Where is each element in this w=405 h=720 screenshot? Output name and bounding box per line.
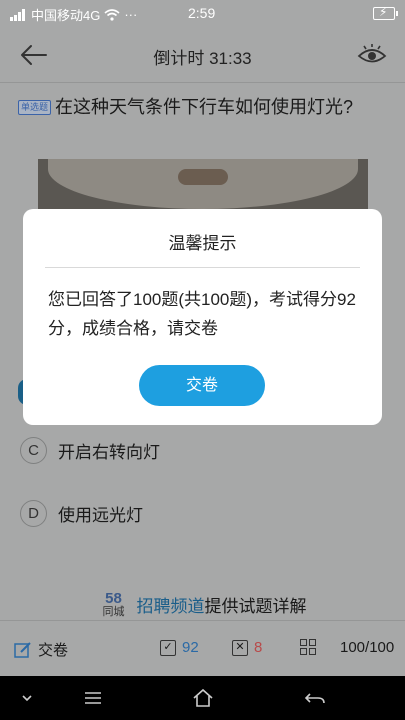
battery-charging-icon: ⚡ <box>373 5 398 20</box>
option-c[interactable]: C 开启右转向灯 <box>20 437 160 464</box>
system-nav-bar <box>0 676 405 720</box>
status-left: 中国移动4G ··· <box>10 5 137 24</box>
chevron-down-icon[interactable] <box>14 686 40 710</box>
correct-count[interactable]: ✓ 92 <box>160 639 199 656</box>
dialog-title: 温馨提示 <box>168 234 237 253</box>
option-text: 开启右转向灯 <box>58 443 160 462</box>
question-type-tag: 单选题 <box>18 100 52 115</box>
correct-value: 92 <box>182 639 199 656</box>
app-header: 倒计时 31:33 <box>0 27 405 83</box>
question-text: 单选题 在这种天气条件下行车如何使用灯光? <box>18 93 388 121</box>
wrong-value: 8 <box>254 639 263 656</box>
grid-icon <box>300 639 316 655</box>
home-icon[interactable] <box>190 686 216 710</box>
more-status-icon: ··· <box>124 7 138 22</box>
promo-banner: 58 同城 招聘频道 提供试题详解 <box>0 591 405 618</box>
recruit-channel-link[interactable]: 招聘频道 <box>137 592 205 617</box>
edit-icon <box>14 641 31 658</box>
option-d[interactable]: D 使用远光灯 <box>20 500 143 527</box>
submit-button[interactable]: 交卷 <box>139 365 265 406</box>
back-icon[interactable] <box>302 686 328 710</box>
option-letter: D <box>20 500 47 527</box>
carrier-label: 中国移动4G <box>31 8 101 23</box>
submit-exam-button[interactable]: 交卷 <box>14 639 68 660</box>
wifi-icon <box>104 8 120 21</box>
bottom-bar: 交卷 ✓ 92 ✕ 8 100/100 <box>0 620 405 676</box>
status-bar: 中国移动4G ··· 2:59 ⚡ <box>0 0 405 27</box>
answer-sheet-button[interactable] <box>300 639 316 655</box>
check-box-icon: ✓ <box>160 639 176 656</box>
option-letter: C <box>20 437 47 464</box>
signal-icon <box>10 8 25 21</box>
eye-icon[interactable] <box>357 43 387 67</box>
58-tongcheng-logo: 58 同城 <box>102 590 125 618</box>
option-text: 使用远光灯 <box>58 506 143 525</box>
promo-suffix: 提供试题详解 <box>204 597 307 616</box>
x-box-icon: ✕ <box>232 639 248 656</box>
countdown-title: 倒计时 31:33 <box>153 49 252 68</box>
dialog-divider <box>45 267 360 268</box>
tip-dialog: 温馨提示 您已回答了100题(共100题)，考试得分92分，成绩合格，请交卷 交… <box>23 209 382 425</box>
status-time: 2:59 <box>188 5 216 21</box>
submit-label: 交卷 <box>38 642 69 659</box>
progress-label: 100/100 <box>340 639 395 656</box>
wrong-count[interactable]: ✕ 8 <box>232 639 262 656</box>
menu-icon[interactable] <box>80 686 106 710</box>
dialog-message: 您已回答了100题(共100题)，考试得分92分，成绩合格，请交卷 <box>48 290 356 338</box>
question-stem: 在这种天气条件下行车如何使用灯光? <box>55 97 354 117</box>
